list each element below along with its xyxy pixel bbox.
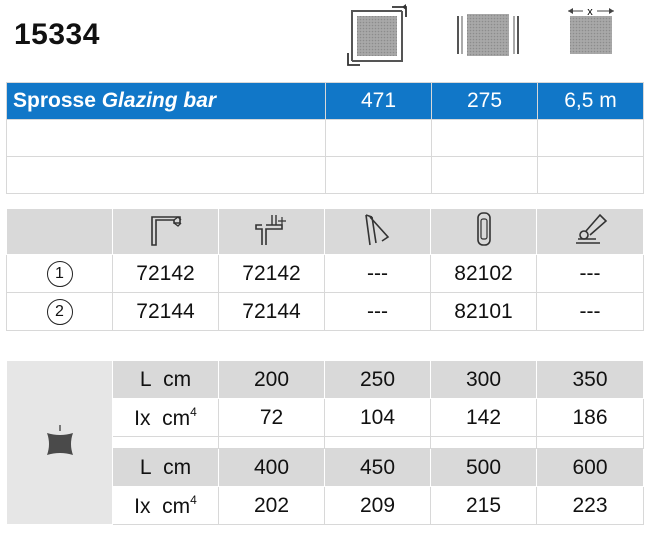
length-row: L cm 200 250 300 350 [6, 360, 644, 525]
tool-icon [576, 213, 608, 244]
inertia-label: Ix cm4 [112, 486, 219, 525]
spec-value: 275 [431, 82, 538, 120]
inertia-value: 104 [324, 398, 431, 437]
row-marker: 2 [46, 299, 73, 325]
product-name-en: Glazing bar [101, 89, 217, 112]
spec-table: Sprosse Glazing bar 471 275 6,5 m [6, 82, 644, 194]
gasket-t-icon [254, 214, 286, 245]
profile-row: 2 72144 72144 --- 82101 --- [6, 292, 644, 331]
empty-row [6, 119, 644, 157]
length-value: 250 [324, 360, 431, 399]
length-label: L cm [112, 448, 219, 487]
length-label: L cm [112, 360, 219, 399]
gasket-corner-icon [150, 215, 181, 246]
profile-section-cell [6, 360, 113, 525]
section-width-icon: x [568, 5, 614, 54]
profile-icons-row [6, 208, 644, 255]
row-marker: 1 [46, 261, 73, 287]
inertia-table: L cm 200 250 300 350 Ix cm4 72 104 142 1… [6, 360, 644, 525]
profile-cell: 72144 [112, 292, 219, 331]
clip-icon [364, 213, 389, 245]
profile-cell: --- [324, 292, 431, 331]
length-value: 600 [536, 448, 644, 487]
section-square-icon [347, 4, 407, 66]
inertia-value: 142 [430, 398, 537, 437]
length-value: 500 [430, 448, 537, 487]
spec-value: 471 [325, 82, 432, 120]
capsule-icon [476, 211, 491, 246]
inertia-value: 223 [536, 486, 644, 525]
spec-row: Sprosse Glazing bar 471 275 6,5 m [6, 82, 644, 120]
length-value: 350 [536, 360, 644, 399]
profile-cell: 82102 [430, 254, 537, 293]
inertia-value: 202 [218, 486, 325, 525]
length-value: 450 [324, 448, 431, 487]
inertia-value: 215 [430, 486, 537, 525]
product-name-de: Sprosse [13, 89, 96, 112]
profile-row: 1 72142 72142 --- 82102 --- [6, 254, 644, 293]
profile-cell: --- [324, 254, 431, 293]
length-value: 400 [218, 448, 325, 487]
profile-cell: 82101 [430, 292, 537, 331]
article-number: 15334 [14, 18, 100, 51]
profile-cell: --- [536, 254, 644, 293]
profile-cell: --- [536, 292, 644, 331]
profile-cell: 72142 [218, 254, 325, 293]
profiles-table: 1 72142 72142 --- 82102 --- 2 72144 7214… [6, 208, 644, 331]
empty-row [6, 156, 644, 194]
length-value: 200 [218, 360, 325, 399]
profile-section-icon [46, 424, 73, 455]
inertia-value: 209 [324, 486, 431, 525]
spec-value: 6,5 m [537, 82, 644, 120]
inertia-value: 72 [218, 398, 325, 437]
inertia-label: Ix cm4 [112, 398, 219, 437]
profile-cell: 72144 [218, 292, 325, 331]
length-value: 300 [430, 360, 537, 399]
profile-cell: 72142 [112, 254, 219, 293]
inertia-value: 186 [536, 398, 644, 437]
section-bars-icon [457, 14, 519, 56]
product-name: Sprosse Glazing bar [6, 82, 326, 120]
